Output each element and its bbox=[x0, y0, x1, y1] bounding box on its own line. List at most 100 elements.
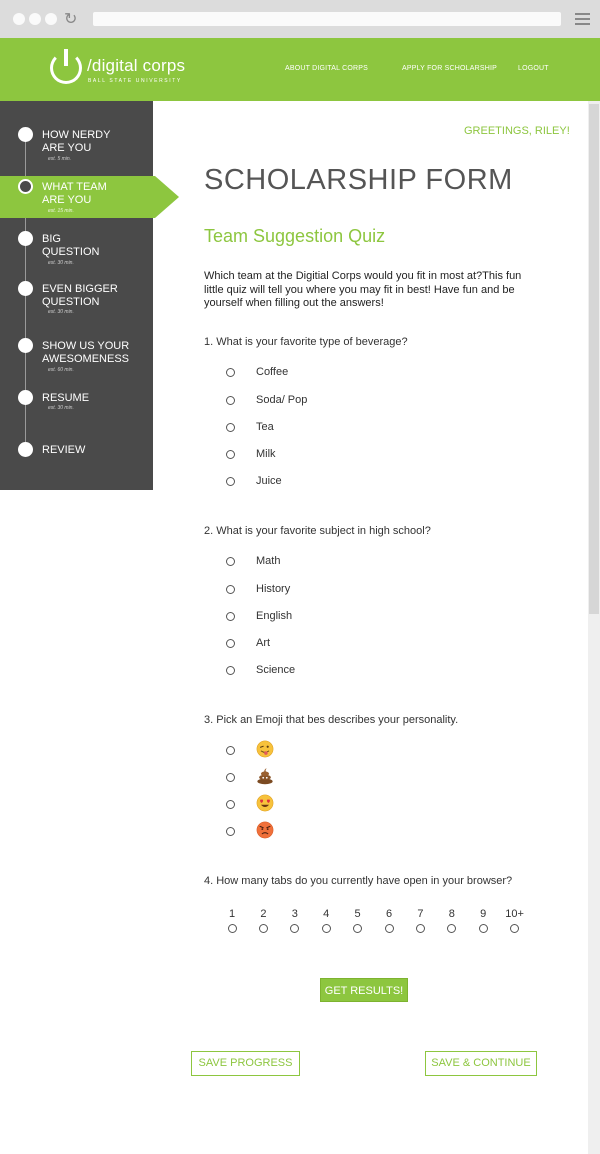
option-history[interactable]: History bbox=[226, 581, 426, 599]
option-english[interactable]: English bbox=[226, 608, 426, 626]
get-results-button[interactable]: GET RESULTS! bbox=[320, 978, 408, 1002]
browser-chrome: ↻ bbox=[0, 0, 600, 38]
scrollbar-thumb[interactable] bbox=[589, 104, 599, 614]
scale-radio-5[interactable] bbox=[353, 924, 363, 933]
step-estimate: est. 60 min. bbox=[48, 367, 74, 373]
step-title: REVIEW bbox=[42, 444, 86, 456]
angry-face-emoji bbox=[256, 821, 274, 839]
scale-label: 7 bbox=[417, 908, 424, 920]
option-milk[interactable]: Milk bbox=[226, 446, 426, 464]
quiz-title: Team Suggestion Quiz bbox=[204, 226, 386, 246]
logo-text: /digital corps bbox=[87, 56, 186, 75]
scale-label: 3 bbox=[291, 908, 298, 920]
radio-button[interactable] bbox=[226, 639, 235, 648]
option-coffee[interactable]: Coffee bbox=[226, 364, 426, 382]
sidebar-step-resume[interactable]: RESUME est. 30 min. bbox=[0, 390, 153, 420]
option-label: Juice bbox=[256, 475, 282, 487]
option-poop[interactable] bbox=[226, 768, 426, 787]
sidebar-step-big-question[interactable]: BIG QUESTION est. 30 min. bbox=[0, 231, 153, 271]
sidebar-step-what-team[interactable]: WHAT TEAM ARE YOU est. 15 min. bbox=[0, 179, 153, 219]
radio-button[interactable] bbox=[226, 423, 235, 432]
user-greeting: GREETINGS, RILEY! bbox=[464, 125, 570, 137]
question-1: 1. What is your favorite type of beverag… bbox=[204, 336, 408, 348]
nav-apply[interactable]: APPLY FOR SCHOLARSHIP bbox=[402, 65, 497, 72]
option-juice[interactable]: Juice bbox=[226, 473, 426, 491]
poop-emoji bbox=[257, 768, 273, 785]
step-title: EVEN BIGGER QUESTION bbox=[42, 283, 118, 308]
scale-radio-3[interactable] bbox=[290, 924, 300, 933]
heart-eyes-emoji bbox=[256, 794, 274, 812]
step-title: RESUME bbox=[42, 392, 90, 404]
winking-tongue-emoji bbox=[256, 740, 274, 758]
option-math[interactable]: Math bbox=[226, 553, 426, 571]
nav-logout[interactable]: LOGOUT bbox=[518, 65, 549, 72]
option-tea[interactable]: Tea bbox=[226, 419, 426, 437]
step-estimate: est. 15 min. bbox=[48, 208, 74, 214]
question-2: 2. What is your favorite subject in high… bbox=[204, 525, 431, 537]
step-title: BIG QUESTION bbox=[42, 233, 100, 258]
page-title: SCHOLARSHIP FORM bbox=[204, 164, 513, 196]
option-heart-eyes[interactable] bbox=[226, 794, 426, 814]
question-4: 4. How many tabs do you currently have o… bbox=[204, 875, 513, 887]
step-marker bbox=[18, 338, 33, 353]
scale-label: 8 bbox=[448, 908, 455, 920]
scale-radio-9[interactable] bbox=[478, 924, 488, 933]
radio-button[interactable] bbox=[226, 800, 235, 809]
radio-button[interactable] bbox=[226, 827, 235, 836]
scale-label: 5 bbox=[354, 908, 361, 920]
radio-button[interactable] bbox=[226, 746, 235, 755]
reload-icon[interactable]: ↻ bbox=[64, 9, 77, 28]
radio-button[interactable] bbox=[226, 557, 235, 566]
option-label: English bbox=[256, 610, 293, 622]
question-3: 3. Pick an Emoji that bes describes your… bbox=[204, 714, 459, 726]
scale-radio-2[interactable] bbox=[258, 924, 268, 933]
logo-subtext: BALL STATE UNIVERSITY bbox=[88, 78, 182, 84]
option-label: Coffee bbox=[256, 366, 289, 378]
step-estimate: est. 30 min. bbox=[48, 405, 74, 411]
option-science[interactable]: Science bbox=[226, 662, 426, 680]
radio-button[interactable] bbox=[226, 396, 235, 405]
scale-radio-7[interactable] bbox=[415, 924, 425, 933]
scale-label: 6 bbox=[385, 908, 393, 920]
step-title: HOW NERDY ARE YOU bbox=[42, 129, 111, 154]
sidebar-step-awesomeness[interactable]: SHOW US YOUR AWESOMENESS est. 60 min. bbox=[0, 338, 153, 378]
radio-button[interactable] bbox=[226, 585, 235, 594]
scale-radio-8[interactable] bbox=[447, 924, 457, 933]
radio-button[interactable] bbox=[226, 477, 235, 486]
radio-button[interactable] bbox=[226, 612, 235, 621]
radio-button[interactable] bbox=[226, 368, 235, 377]
sidebar-step-review[interactable]: REVIEW bbox=[0, 442, 153, 462]
quiz-intro: Which team at the Digitial Corps would y… bbox=[204, 270, 522, 309]
scale-radio-1[interactable] bbox=[227, 924, 237, 933]
step-marker-active bbox=[18, 179, 33, 194]
step-marker bbox=[18, 442, 33, 457]
scale-label: 2 bbox=[260, 908, 267, 920]
step-estimate: est. 30 min. bbox=[48, 260, 74, 266]
window-minimize-dot[interactable] bbox=[29, 13, 41, 25]
nav-about[interactable]: ABOUT DIGITAL CORPS bbox=[285, 65, 368, 72]
option-label: Art bbox=[256, 637, 271, 649]
step-marker bbox=[18, 231, 33, 246]
window-maximize-dot[interactable] bbox=[45, 13, 57, 25]
option-angry-face[interactable] bbox=[226, 821, 426, 841]
radio-button[interactable] bbox=[226, 773, 235, 782]
digital-corps-logo[interactable]: /digital corps BALL STATE UNIVERSITY bbox=[50, 49, 190, 88]
sidebar-step-even-bigger-question[interactable]: EVEN BIGGER QUESTION est. 30 min. bbox=[0, 281, 153, 321]
sidebar-step-how-nerdy[interactable]: HOW NERDY ARE YOU est. 5 min. bbox=[0, 127, 153, 167]
radio-button[interactable] bbox=[226, 450, 235, 459]
step-marker bbox=[18, 127, 33, 142]
option-art[interactable]: Art bbox=[226, 635, 426, 653]
save-progress-button[interactable]: SAVE PROGRESS bbox=[191, 1051, 300, 1076]
scale-radio-10[interactable] bbox=[510, 924, 520, 933]
window-close-dot[interactable] bbox=[13, 13, 25, 25]
scale-label: 4 bbox=[323, 908, 330, 920]
save-continue-button[interactable]: SAVE & CONTINUE bbox=[425, 1051, 537, 1076]
radio-button[interactable] bbox=[226, 666, 235, 675]
option-soda[interactable]: Soda/ Pop bbox=[226, 392, 426, 410]
address-bar[interactable] bbox=[93, 12, 561, 26]
option-label: History bbox=[256, 583, 291, 595]
scale-radio-6[interactable] bbox=[384, 924, 394, 933]
option-winking-tongue[interactable] bbox=[226, 740, 426, 760]
hamburger-menu-icon[interactable] bbox=[575, 13, 590, 25]
scale-radio-4[interactable] bbox=[321, 924, 331, 933]
